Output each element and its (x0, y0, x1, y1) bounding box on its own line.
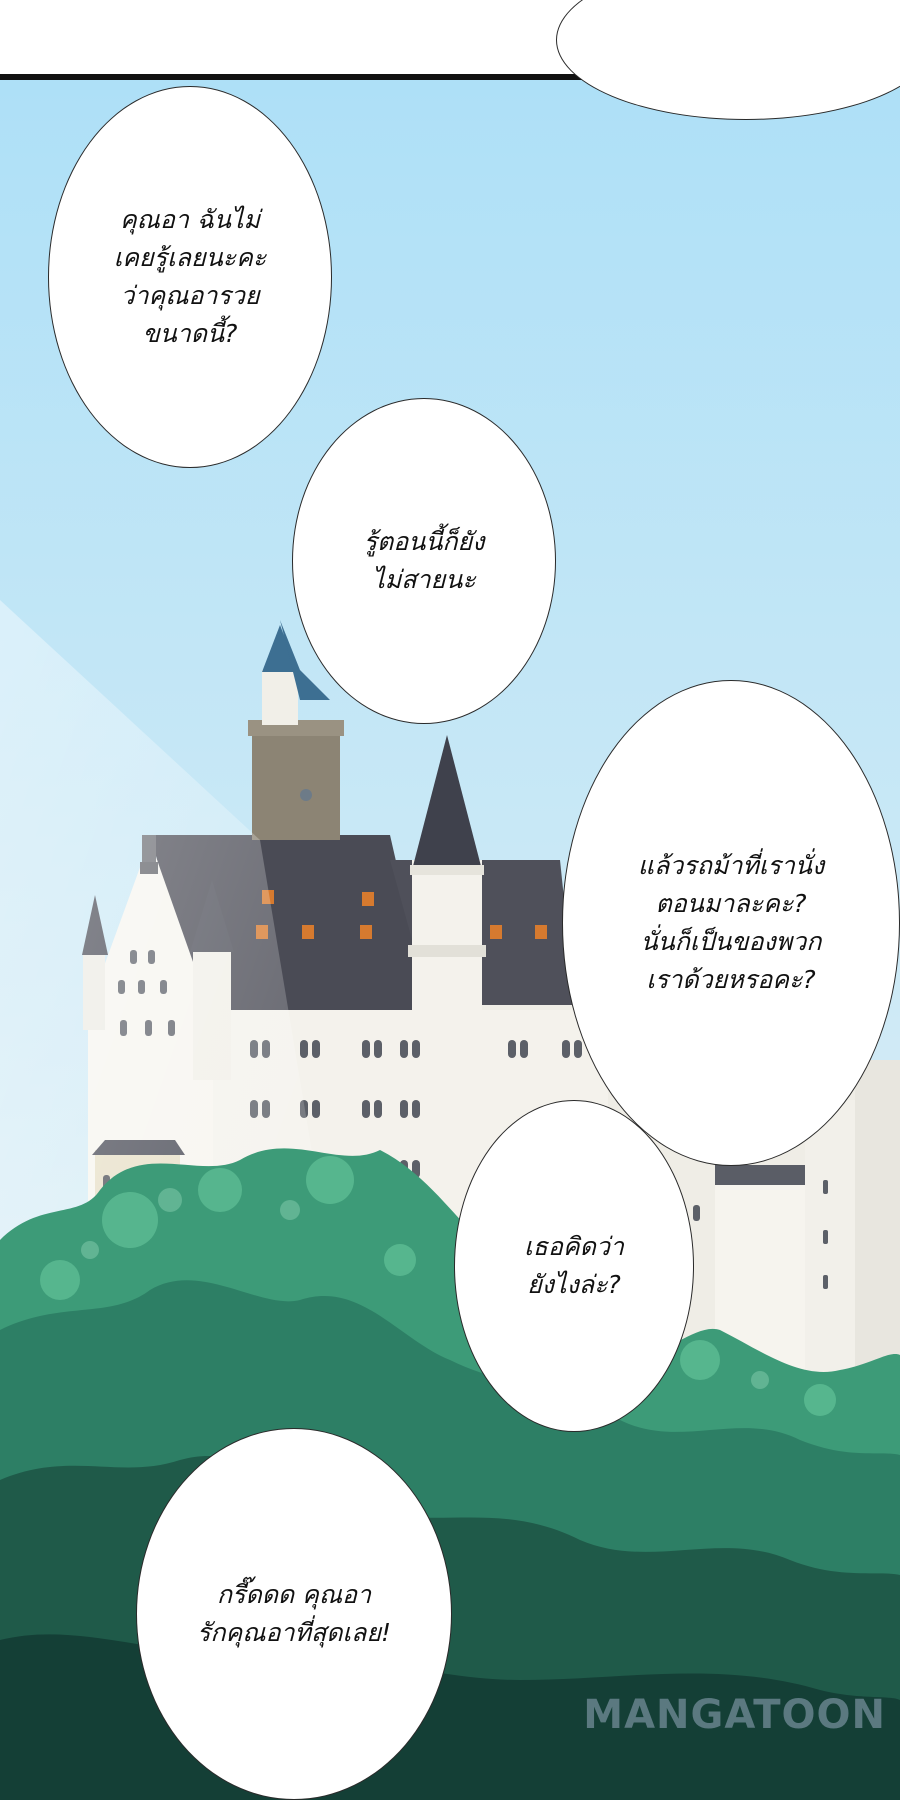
speech-bubble-love-aunt: กรี๊ดดด คุณอา รักคุณอาที่สุดเลย! (136, 1428, 452, 1800)
mangatoon-watermark: MANGATOON (583, 1692, 886, 1738)
bubble-text: แล้วรถม้าที่เรานั่ง ตอนมาละคะ? นั่นก็เป็… (637, 851, 825, 994)
speech-bubble-what-do-you-think: เธอคิดว่า ยังไงล่ะ? (454, 1100, 694, 1432)
bubble-text: เธอคิดว่า ยังไงล่ะ? (524, 1232, 624, 1299)
bubble-text: กรี๊ดดด คุณอา รักคุณอาที่สุดเลย! (196, 1580, 392, 1647)
bubble-text: รู้ตอนนี้ก็ยัง ไม่สายนะ (363, 527, 485, 594)
speech-bubble-still-not-late: รู้ตอนนี้ก็ยัง ไม่สายนะ (292, 398, 556, 724)
speech-bubble-aunt-rich: คุณอา ฉันไม่ เคยรู้เลยนะคะ ว่าคุณอารวย ข… (48, 86, 332, 468)
speech-bubble-carriage: แล้วรถม้าที่เรานั่ง ตอนมาละคะ? นั่นก็เป็… (562, 680, 900, 1166)
bubble-text: คุณอา ฉันไม่ เคยรู้เลยนะคะ ว่าคุณอารวย ข… (113, 205, 267, 348)
comic-page: คุณอา ฉันไม่ เคยรู้เลยนะคะ ว่าคุณอารวย ข… (0, 0, 900, 1800)
